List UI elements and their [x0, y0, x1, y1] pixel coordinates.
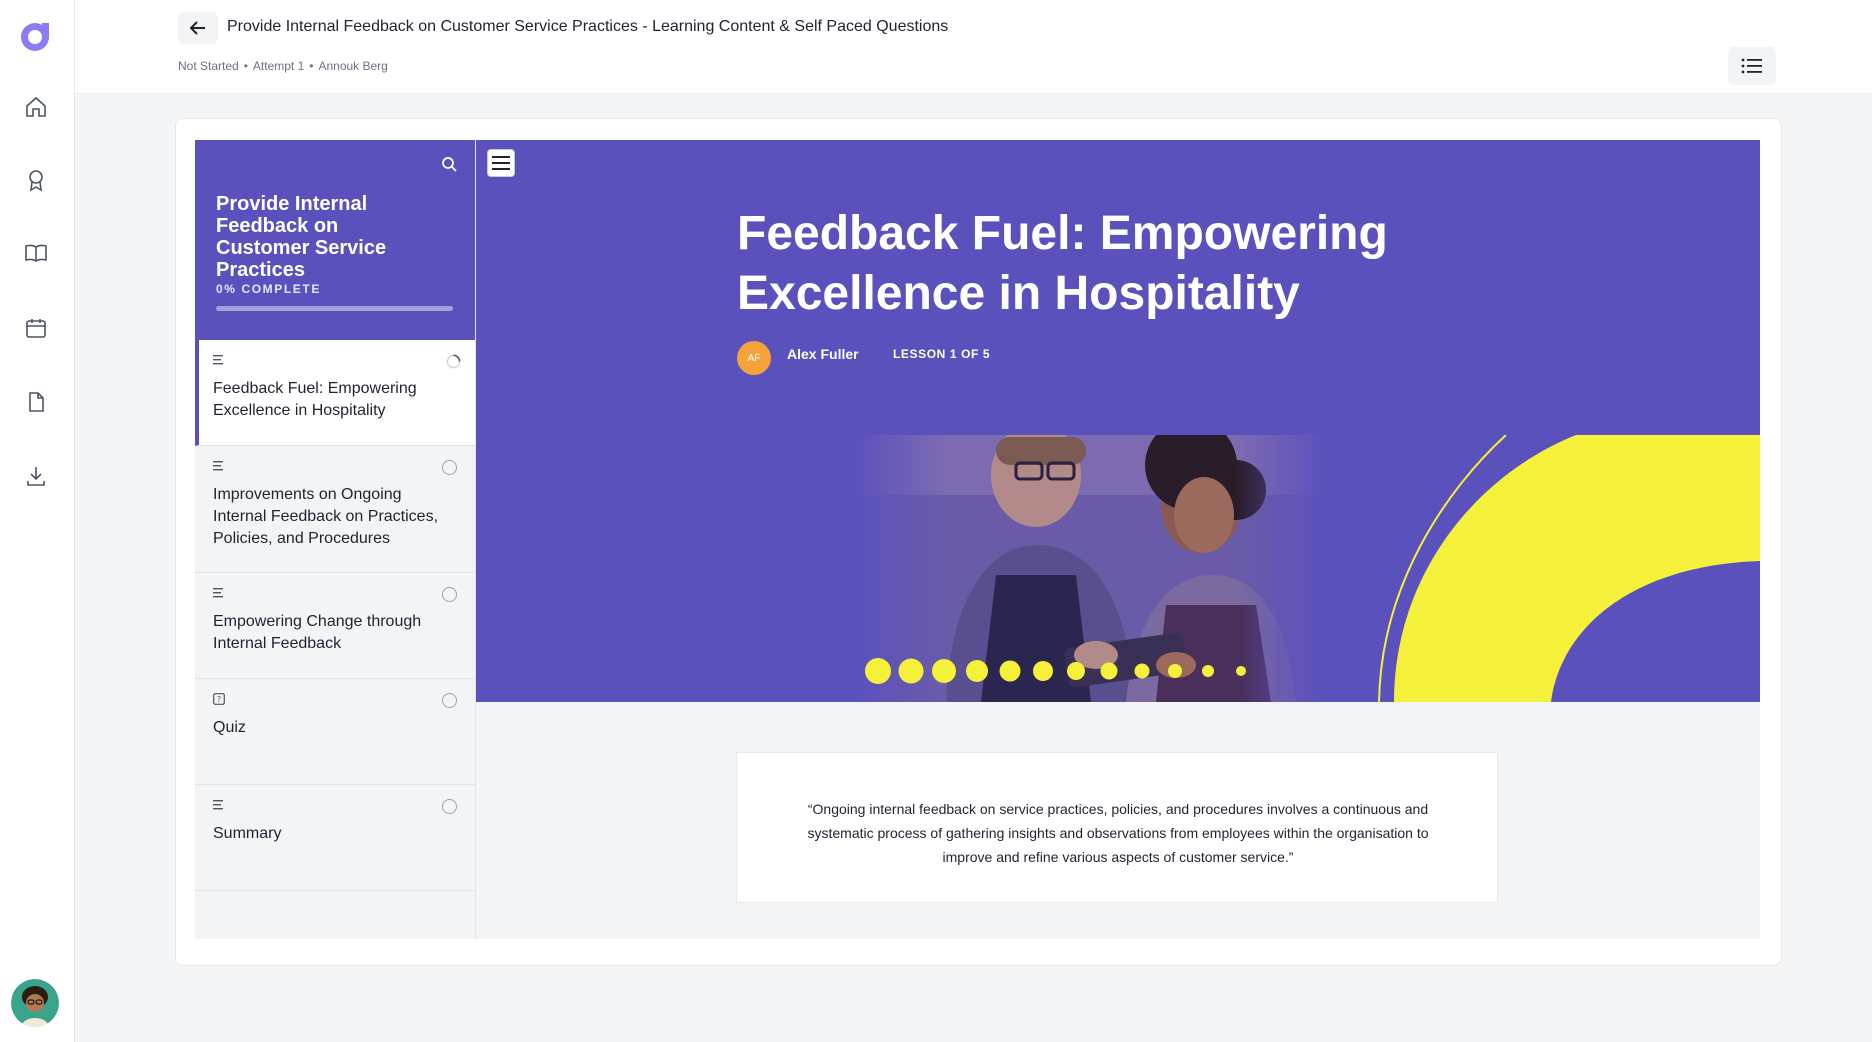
lesson-item[interactable]: ? Quiz: [195, 679, 475, 785]
lesson-item[interactable]: Feedback Fuel: Empowering Excellence in …: [195, 340, 475, 446]
user-avatar[interactable]: [11, 979, 59, 1027]
learner-name: Annouk Berg: [318, 59, 388, 73]
lesson-item[interactable]: Summary: [195, 785, 475, 891]
status-circle-icon: [442, 460, 457, 475]
lesson-title: Empowering Change through Internal Feedb…: [213, 613, 422, 652]
sidebar-toggle-button[interactable]: [487, 149, 515, 177]
status-circle-icon: [442, 799, 457, 814]
calendar-icon[interactable]: [22, 314, 50, 342]
back-button[interactable]: [178, 12, 218, 44]
hero-illustration: [856, 435, 1760, 702]
progress-bar: [216, 306, 453, 311]
quiz-icon: ?: [213, 693, 225, 705]
download-icon[interactable]: [22, 462, 50, 490]
in-progress-icon: [446, 354, 461, 369]
attempt-text: Attempt 1: [252, 59, 305, 73]
lesson-item[interactable]: Empowering Change through Internal Feedb…: [195, 573, 475, 679]
award-icon[interactable]: [22, 166, 50, 194]
arrow-left-icon: [189, 21, 205, 35]
hamburger-icon: [492, 156, 510, 170]
list-icon: [1741, 58, 1762, 74]
quote-block: “Ongoing internal feedback on service pr…: [736, 752, 1498, 903]
app-logo-icon[interactable]: [18, 20, 52, 54]
book-icon[interactable]: [22, 239, 50, 267]
lesson-heading: Feedback Fuel: Empowering Excellence in …: [737, 207, 1388, 320]
search-icon[interactable]: [438, 153, 460, 175]
home-icon[interactable]: [22, 93, 50, 121]
text-lesson-icon: [213, 800, 223, 810]
page-header: Provide Internal Feedback on Customer Se…: [75, 0, 1872, 94]
status-circle-icon: [442, 693, 457, 708]
lesson-content: Feedback Fuel: Empowering Excellence in …: [476, 140, 1760, 939]
author-name: Alex Fuller: [787, 346, 859, 362]
lesson-title: Feedback Fuel: Empowering Excellence in …: [213, 380, 417, 419]
lesson-hero: Feedback Fuel: Empowering Excellence in …: [476, 140, 1760, 702]
lesson-item[interactable]: Improvements on Ongoing Internal Feedbac…: [195, 446, 475, 573]
course-title: Provide Internal Feedback on Customer Se…: [216, 193, 387, 281]
lesson-title: Improvements on Ongoing Internal Feedbac…: [213, 486, 439, 547]
app-rail: [0, 0, 75, 1042]
lesson-title: Summary: [213, 825, 282, 842]
attempt-meta: Not Started • Attempt 1 • Annouk Berg: [178, 59, 388, 73]
lesson-count: LESSON 1 OF 5: [893, 347, 991, 361]
text-lesson-icon: [213, 588, 223, 598]
progress-label: 0% COMPLETE: [216, 282, 321, 296]
text-lesson-icon: [213, 355, 223, 365]
text-lesson-icon: [213, 461, 223, 471]
course-sidebar: Provide Internal Feedback on Customer Se…: [195, 140, 476, 939]
page-title: Provide Internal Feedback on Customer Se…: [227, 18, 949, 35]
quote-text: “Ongoing internal feedback on service pr…: [807, 801, 1429, 865]
lesson-title: Quiz: [213, 719, 246, 736]
svg-text:?: ?: [217, 695, 221, 704]
course-header: Provide Internal Feedback on Customer Se…: [195, 140, 475, 340]
author-avatar: AF: [737, 341, 771, 375]
outline-button[interactable]: [1728, 47, 1776, 85]
status-text: Not Started: [178, 59, 239, 73]
document-icon[interactable]: [22, 388, 50, 416]
status-circle-icon: [442, 587, 457, 602]
